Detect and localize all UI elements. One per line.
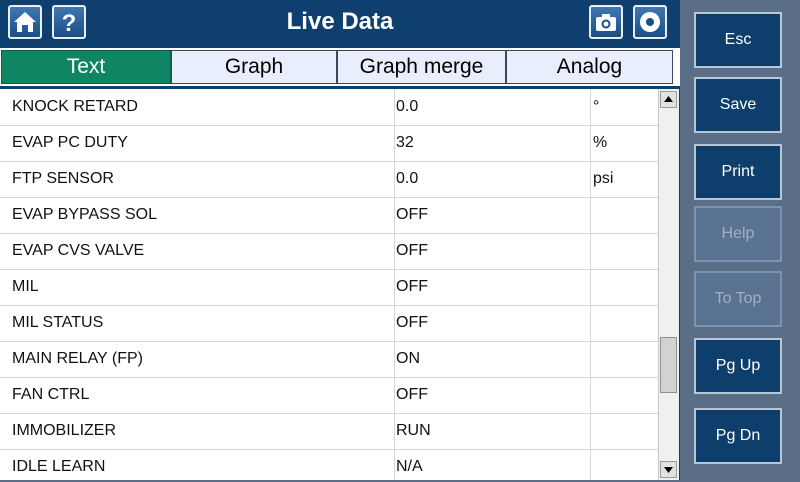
parameter-value: OFF (396, 314, 428, 331)
scroll-up-arrow[interactable] (660, 91, 677, 108)
table-row[interactable]: IMMOBILIZER RUN (0, 413, 658, 450)
parameter-value: OFF (396, 278, 428, 295)
esc-button[interactable]: Esc (694, 12, 782, 68)
parameter-unit (593, 413, 653, 449)
table-row[interactable]: EVAP PC DUTY 32 % (0, 125, 658, 162)
parameter-unit (593, 305, 653, 341)
camera-button[interactable] (589, 5, 623, 39)
table-row[interactable]: EVAP BYPASS SOL OFF (0, 197, 658, 234)
record-button[interactable] (633, 5, 667, 39)
table-row[interactable]: FTP SENSOR 0.0 psi (0, 161, 658, 198)
parameter-unit (593, 377, 653, 413)
table-row[interactable]: MAIN RELAY (FP) ON (0, 341, 658, 378)
table-row[interactable]: EVAP CVS VALVE OFF (0, 233, 658, 270)
page-up-button[interactable]: Pg Up (694, 338, 782, 394)
parameter-value: 32 (396, 134, 414, 151)
parameter-value: N/A (396, 458, 423, 475)
parameter-name: IMMOBILIZER (12, 422, 117, 439)
camera-icon (596, 14, 616, 31)
parameter-name: EVAP PC DUTY (12, 134, 128, 151)
tab-graph-merge[interactable]: Graph merge (337, 50, 506, 84)
parameter-name: EVAP CVS VALVE (12, 242, 145, 259)
column-divider (590, 89, 591, 480)
parameter-name: KNOCK RETARD (12, 98, 138, 115)
parameter-unit (593, 269, 653, 305)
parameter-value: OFF (396, 242, 428, 259)
parameter-value: OFF (396, 386, 428, 403)
tab-graph[interactable]: Graph (171, 50, 337, 84)
table-row[interactable]: MIL STATUS OFF (0, 305, 658, 342)
tab-analog[interactable]: Analog (506, 50, 673, 84)
parameter-value: 0.0 (396, 170, 419, 187)
vertical-scrollbar[interactable] (658, 89, 679, 480)
to-top-button[interactable]: To Top (694, 271, 782, 327)
page-down-button[interactable]: Pg Dn (694, 408, 782, 464)
help-side-button[interactable]: Help (694, 206, 782, 262)
parameter-name: EVAP BYPASS SOL (12, 206, 157, 223)
parameter-value: RUN (396, 422, 431, 439)
scrollbar-thumb[interactable] (660, 337, 677, 393)
record-icon (640, 12, 660, 32)
live-data-panel: ? Live Data Text Graph Graph merge Analo… (0, 0, 680, 480)
parameter-name: MIL (12, 278, 39, 295)
view-tabs: Text Graph Graph merge Analog (0, 48, 680, 86)
save-button[interactable]: Save (694, 77, 782, 133)
tab-text[interactable]: Text (1, 50, 171, 84)
page-title: Live Data (286, 8, 394, 35)
parameter-value: 0.0 (396, 98, 419, 115)
table-row[interactable]: IDLE LEARN N/A (0, 449, 658, 480)
triangle-up-icon (664, 96, 673, 102)
scroll-down-arrow[interactable] (660, 461, 677, 478)
title-bar: ? Live Data (0, 0, 680, 44)
triangle-down-icon (664, 467, 673, 473)
column-divider (394, 89, 395, 480)
side-panel: Esc Save Print Help To Top Pg Up Pg Dn (680, 0, 800, 480)
table-row[interactable]: MIL OFF (0, 269, 658, 306)
parameter-unit: psi (593, 170, 614, 187)
parameter-name: FTP SENSOR (12, 170, 114, 187)
table-row[interactable]: KNOCK RETARD 0.0 ° (0, 89, 658, 126)
parameter-name: IDLE LEARN (12, 458, 106, 475)
parameter-name: FAN CTRL (12, 386, 90, 403)
parameter-value: OFF (396, 206, 428, 223)
parameter-value: ON (396, 350, 420, 367)
live-data-table: KNOCK RETARD 0.0 ° EVAP PC DUTY 32 % FTP… (0, 89, 658, 480)
parameter-unit: ° (593, 98, 600, 115)
parameter-unit (593, 197, 653, 233)
parameter-unit (593, 233, 653, 269)
parameter-unit (593, 449, 653, 480)
table-row[interactable]: FAN CTRL OFF (0, 377, 658, 414)
parameter-unit (593, 341, 653, 377)
parameter-name: MIL STATUS (12, 314, 104, 331)
parameter-unit: % (593, 134, 608, 151)
print-button[interactable]: Print (694, 144, 782, 200)
parameter-name: MAIN RELAY (FP) (12, 350, 143, 367)
